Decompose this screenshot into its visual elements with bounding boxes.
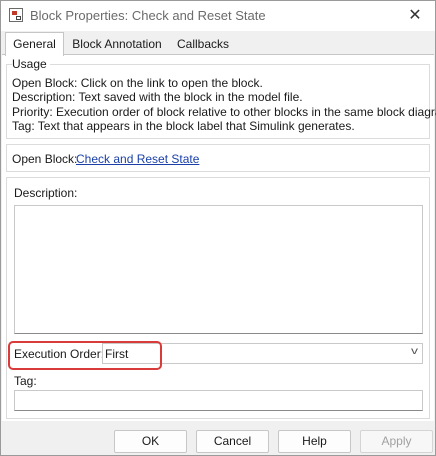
window-title: Block Properties: Check and Reset State [30, 8, 266, 23]
general-tab-panel: Usage Open Block: Click on the link to o… [2, 54, 436, 421]
help-button[interactable]: Help [278, 430, 351, 453]
tab-callbacks[interactable]: Callbacks [169, 35, 237, 55]
usage-title: Usage [12, 57, 50, 71]
usage-line-description: Description: Text saved with the block i… [12, 90, 303, 104]
open-block-link[interactable]: Check and Reset State [76, 152, 199, 166]
block-properties-dialog: Block Properties: Check and Reset State … [0, 0, 436, 456]
title-bar: Block Properties: Check and Reset State … [1, 1, 435, 31]
chevron-down-icon[interactable]: v [411, 346, 418, 357]
tab-general[interactable]: General [5, 32, 64, 56]
open-block-label: Open Block: [12, 152, 78, 166]
close-icon[interactable]: ✕ [405, 6, 425, 26]
tab-block-annotation[interactable]: Block Annotation [65, 35, 169, 55]
description-textarea[interactable] [14, 205, 423, 334]
execution-order-highlight [8, 341, 162, 370]
ok-button[interactable]: OK [114, 430, 187, 453]
usage-line-tag: Tag: Text that appears in the block labe… [12, 119, 355, 133]
simulink-block-icon [9, 8, 23, 22]
apply-button[interactable]: Apply [360, 430, 433, 453]
cancel-button[interactable]: Cancel [196, 430, 269, 453]
usage-line-priority: Priority: Execution order of block relat… [12, 105, 436, 119]
usage-line-open-block: Open Block: Click on the link to open th… [12, 76, 263, 90]
tag-input[interactable] [14, 390, 423, 411]
description-label: Description: [14, 186, 78, 200]
tab-bar: General Block Annotation Callbacks [1, 31, 435, 56]
tag-label: Tag: [14, 374, 37, 388]
